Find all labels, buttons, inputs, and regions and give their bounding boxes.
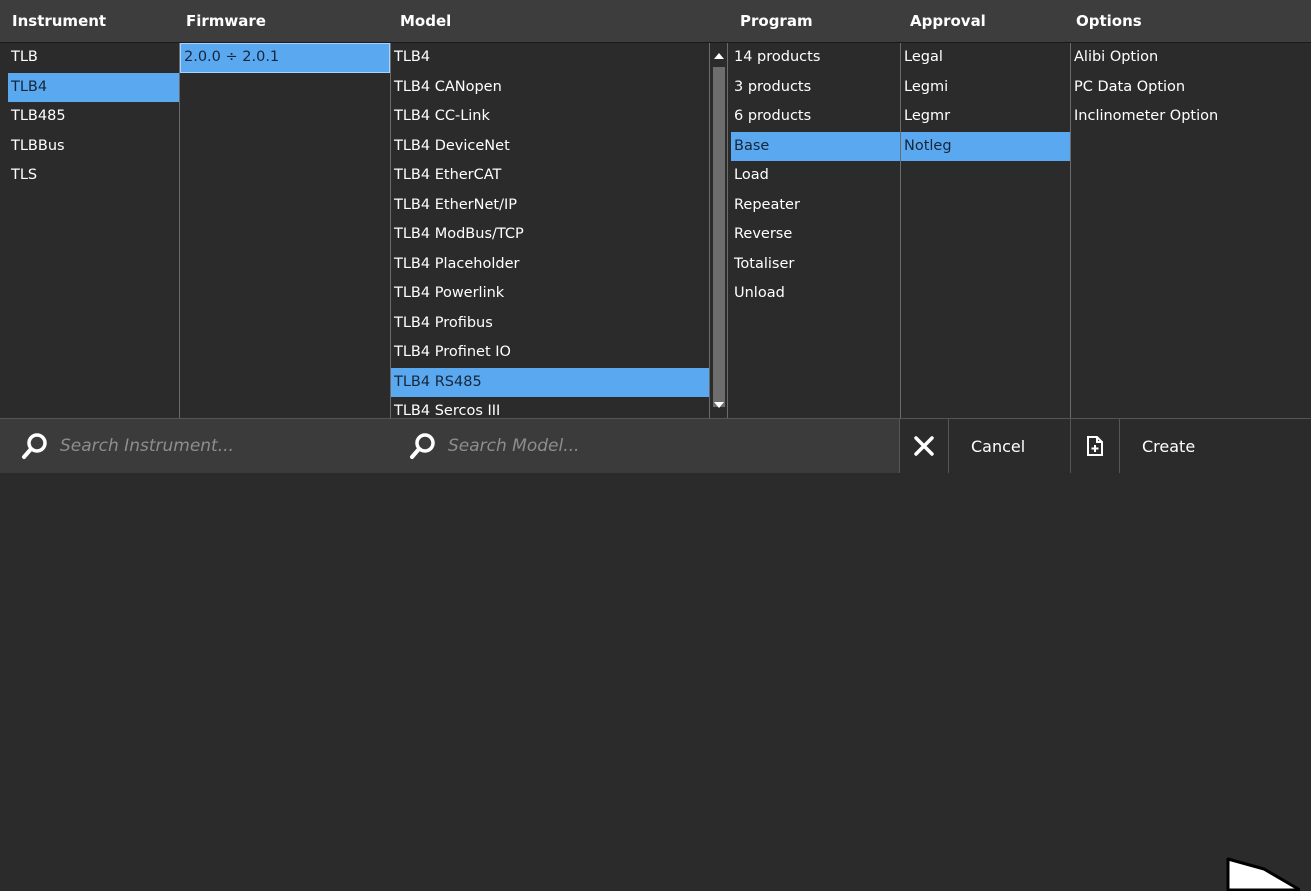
model-list-item[interactable]: TLB4 CANopen (391, 73, 709, 103)
search-instrument-placeholder: Search Instrument... (60, 436, 234, 456)
instrument-list-item[interactable]: TLB4 (8, 72, 179, 102)
model-list-item[interactable]: TLB4 CC-Link (391, 102, 709, 132)
model-list-item[interactable]: TLB4 RS485 (391, 367, 709, 397)
approval-column-header: Approval (910, 12, 986, 30)
model-list-item[interactable]: TLB4 Sercos III (391, 397, 709, 418)
model-list-item[interactable]: TLB4 Placeholder (391, 250, 709, 280)
program-list-item[interactable]: Base (731, 131, 900, 161)
selection-dialog: Instrument Firmware Model Program Approv… (0, 0, 1311, 891)
create-button[interactable]: Create (1070, 419, 1311, 473)
firmware-list[interactable]: 2.0.0 ÷ 2.0.1 (180, 43, 391, 418)
model-list-item[interactable]: TLB4 DeviceNet (391, 132, 709, 162)
program-list-item[interactable]: Repeater (731, 191, 900, 221)
program-list-item[interactable]: Load (731, 161, 900, 191)
options-list[interactable]: Alibi Option PC Data Option Inclinometer O… (1071, 43, 1311, 418)
options-column-header: Options (1076, 12, 1142, 30)
search-icon (22, 433, 47, 459)
instrument-list-item[interactable]: TLB485 (8, 102, 179, 132)
options-list-item[interactable]: PC Data Option (1071, 73, 1311, 103)
program-list[interactable]: 14 products 3 products 6 products Base Load R… (731, 43, 901, 418)
column-header-row: Instrument Firmware Model Program Approv… (0, 0, 1311, 43)
model-list-item[interactable]: TLB4 Powerlink (391, 279, 709, 309)
model-list-item[interactable]: TLB4 ModBus/TCP (391, 220, 709, 250)
model-list-item[interactable]: TLB4 (391, 43, 709, 73)
scroll-up-arrow-icon[interactable] (714, 53, 724, 59)
model-list-item[interactable]: TLB4 EtherCAT (391, 161, 709, 191)
new-document-icon-box (1071, 419, 1120, 473)
model-list[interactable]: TLB4 TLB4 CANopen TLB4 CC-Link TLB4 DeviceN… (391, 43, 710, 418)
program-column-header: Program (740, 12, 813, 30)
model-column-header: Model (400, 12, 452, 30)
firmware-column-header: Firmware (186, 12, 266, 30)
firmware-list-item[interactable]: 2.0.0 ÷ 2.0.1 (180, 43, 390, 73)
cancel-button-label: Cancel (971, 436, 1026, 456)
bottom-toolbar: Search Instrument... Search Model... Can… (0, 418, 1311, 891)
options-list-item[interactable]: Alibi Option (1071, 43, 1311, 73)
program-list-item[interactable]: 6 products (731, 102, 900, 132)
program-list-item[interactable]: 14 products (731, 43, 900, 73)
program-list-item[interactable]: 3 products (731, 73, 900, 103)
program-list-item[interactable]: Unload (731, 279, 900, 309)
program-list-item[interactable]: Totaliser (731, 250, 900, 280)
instrument-list-item[interactable]: TLS (8, 161, 179, 191)
program-list-item[interactable]: Reverse (731, 220, 900, 250)
search-icon (410, 433, 435, 459)
search-model-placeholder: Search Model... (448, 436, 580, 456)
search-instrument-field[interactable]: Search Instrument... (0, 419, 388, 473)
approval-list-item[interactable]: Legal (901, 43, 1070, 73)
model-list-item[interactable]: TLB4 EtherNet/IP (391, 191, 709, 221)
instrument-list-item[interactable]: TLBBus (8, 132, 179, 162)
approval-list-item[interactable]: Legmr (901, 102, 1070, 132)
model-list-item[interactable]: TLB4 Profibus (391, 309, 709, 339)
instrument-list[interactable]: TLB TLB4 TLB485 TLBBus TLS (8, 43, 180, 418)
cancel-button[interactable]: Cancel (899, 419, 1070, 473)
close-icon-box (900, 419, 949, 473)
model-list-scrollbar[interactable] (710, 43, 728, 418)
close-icon (914, 436, 934, 456)
approval-list-item[interactable]: Legmi (901, 73, 1070, 103)
instrument-list-item[interactable]: TLB (8, 43, 179, 73)
approval-list[interactable]: Legal Legmi Legmr Notleg (901, 43, 1071, 418)
new-document-icon (1087, 436, 1103, 456)
approval-list-item[interactable]: Notleg (901, 131, 1070, 161)
options-list-item[interactable]: Inclinometer Option (1071, 102, 1311, 132)
create-button-label: Create (1142, 436, 1196, 456)
instrument-column-header: Instrument (12, 12, 107, 30)
model-list-item[interactable]: TLB4 Profinet IO (391, 338, 709, 368)
mouse-pointer-icon (1226, 857, 1300, 891)
scroll-down-arrow-icon[interactable] (714, 402, 724, 408)
search-model-field[interactable]: Search Model... (388, 419, 899, 473)
scroll-thumb[interactable] (713, 67, 725, 407)
